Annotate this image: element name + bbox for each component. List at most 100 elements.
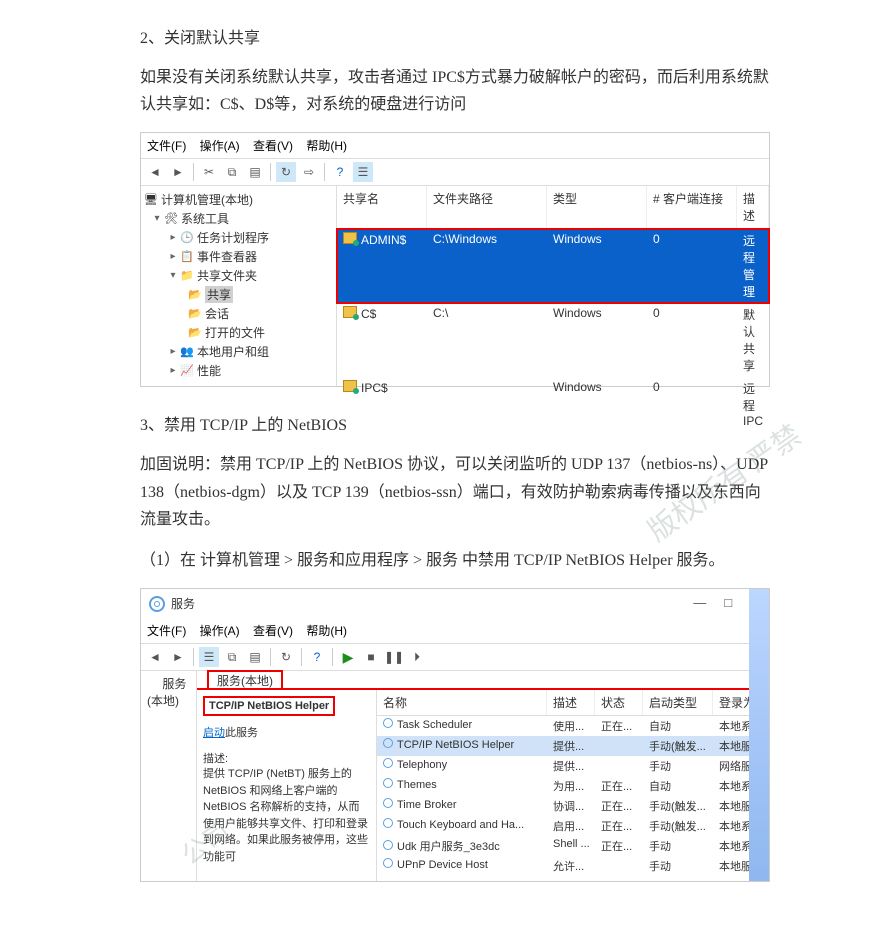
share-icon: 📂 bbox=[187, 288, 203, 302]
list-icon[interactable]: ☰ bbox=[353, 162, 373, 182]
openfile-icon: 📂 bbox=[187, 326, 203, 340]
col-desc[interactable]: 描述 bbox=[547, 690, 595, 715]
share-row-c[interactable]: C$ C:\ Windows 0 默认共享 bbox=[337, 303, 769, 377]
win-edge bbox=[749, 589, 769, 881]
section2-heading: 2、关闭默认共享 bbox=[140, 24, 770, 48]
filter-icon[interactable]: ⧉ bbox=[222, 647, 242, 667]
share-row-admin[interactable]: ADMIN$ C:\Windows Windows 0 远程管理 bbox=[337, 229, 769, 303]
tree-openfiles[interactable]: 📂 打开的文件 bbox=[143, 323, 334, 342]
export-icon[interactable]: ⇨ bbox=[299, 162, 319, 182]
expand-icon[interactable]: ▸ bbox=[167, 232, 179, 243]
minimize-icon[interactable]: — bbox=[693, 595, 706, 611]
col-path[interactable]: 文件夹路径 bbox=[427, 186, 547, 228]
collapse-icon[interactable]: ▾ bbox=[167, 270, 179, 281]
gear-icon bbox=[383, 718, 393, 728]
svc-row[interactable]: UPnP Device Host允许...手动本地服务 bbox=[377, 856, 769, 876]
svc-tree-item[interactable]: 服务(本地) bbox=[147, 675, 190, 709]
svc-detail-pane: TCP/IP NetBIOS Helper 启动此服务 描述: 提供 TCP/I… bbox=[197, 690, 377, 881]
section3-para2: （1）在 计算机管理 > 服务和应用程序 > 服务 中禁用 TCP/IP Net… bbox=[140, 547, 770, 574]
expand-icon[interactable]: ▸ bbox=[167, 365, 179, 376]
props-icon[interactable]: ▤ bbox=[245, 162, 265, 182]
shares-header: 共享名 文件夹路径 类型 # 客户端连接 描述 bbox=[337, 186, 769, 229]
menu-action[interactable]: 操作(A) bbox=[200, 624, 240, 638]
restart-icon[interactable]: ⏵ bbox=[407, 647, 427, 667]
svc-start-link[interactable]: 启动 bbox=[203, 727, 225, 739]
section3-heading: 3、禁用 TCP/IP 上的 NetBIOS bbox=[140, 411, 770, 435]
clock-icon: 🕒 bbox=[179, 231, 195, 245]
services-screenshot: 服务 — □ ✕ 文件(F) 操作(A) 查看(V) 帮助(H) ◄ ► ☰ ⧉… bbox=[140, 588, 770, 882]
share-icon bbox=[343, 232, 357, 244]
tree-eventvwr[interactable]: ▸ 📋 事件查看器 bbox=[143, 247, 334, 266]
menu-help[interactable]: 帮助(H) bbox=[306, 624, 347, 638]
tree-shared[interactable]: ▾ 📁 共享文件夹 bbox=[143, 266, 334, 285]
copy-icon[interactable]: ⧉ bbox=[222, 162, 242, 182]
stop-icon[interactable]: ■ bbox=[361, 647, 381, 667]
help-icon[interactable]: ? bbox=[330, 162, 350, 182]
gear-icon bbox=[383, 818, 393, 828]
shares-list: 共享名 文件夹路径 类型 # 客户端连接 描述 ADMIN$ C:\Window… bbox=[337, 186, 769, 386]
col-conn[interactable]: # 客户端连接 bbox=[647, 186, 737, 228]
refresh-icon[interactable]: ↻ bbox=[276, 162, 296, 182]
svc-tab-local[interactable]: 服务(本地) bbox=[207, 670, 283, 689]
menu-file[interactable]: 文件(F) bbox=[147, 624, 186, 638]
svc-row[interactable]: Themes为用...正在...自动本地系统 bbox=[377, 776, 769, 796]
session-icon: 📂 bbox=[187, 307, 203, 321]
folder-icon: 📁 bbox=[179, 269, 195, 283]
collapse-icon[interactable]: ▾ bbox=[151, 213, 163, 224]
svc-row[interactable]: Time Broker协调...正在...手动(触发...本地服务 bbox=[377, 796, 769, 816]
svc-desc-text: 提供 TCP/IP (NetBT) 服务上的 NetBIOS 和网络上客户端的 … bbox=[203, 766, 370, 865]
list-icon[interactable]: ☰ bbox=[199, 647, 219, 667]
svc-row[interactable]: Telephony提供...手动网络服务 bbox=[377, 756, 769, 776]
tree-localusers[interactable]: ▸ 👥 本地用户和组 bbox=[143, 342, 334, 361]
props-icon[interactable]: ▤ bbox=[245, 647, 265, 667]
menu-help[interactable]: 帮助(H) bbox=[306, 139, 347, 153]
menu-view[interactable]: 查看(V) bbox=[253, 624, 293, 638]
expand-icon[interactable]: ▸ bbox=[167, 251, 179, 262]
section3-para1: 加固说明：禁用 TCP/IP 上的 NetBIOS 协议，可以关闭监听的 UDP… bbox=[140, 451, 770, 533]
menu-file[interactable]: 文件(F) bbox=[147, 139, 186, 153]
menu-action[interactable]: 操作(A) bbox=[200, 139, 240, 153]
users-icon: 👥 bbox=[179, 345, 195, 359]
forward-icon[interactable]: ► bbox=[168, 162, 188, 182]
help-icon[interactable]: ? bbox=[307, 647, 327, 667]
tree-tasksched[interactable]: ▸ 🕒 任务计划程序 bbox=[143, 228, 334, 247]
col-desc[interactable]: 描述 bbox=[737, 186, 769, 228]
gear-icon bbox=[147, 679, 159, 691]
svc-row[interactable]: Udk 用户服务_3e3dcShell ...正在...手动本地系统 bbox=[377, 836, 769, 856]
expand-icon[interactable]: ▸ bbox=[167, 346, 179, 357]
gear-icon bbox=[149, 596, 165, 612]
pause-icon[interactable]: ❚❚ bbox=[384, 647, 404, 667]
svc-desc-label: 描述: bbox=[203, 750, 370, 766]
svc-row[interactable]: Task Scheduler使用...正在...自动本地系统 bbox=[377, 716, 769, 736]
svc-row[interactable]: Touch Keyboard and Ha...启用...正在...手动(触发.… bbox=[377, 816, 769, 836]
tree-perf[interactable]: ▸ 📈 性能 bbox=[143, 361, 334, 380]
col-start[interactable]: 启动类型 bbox=[643, 690, 713, 715]
svc-selected-name: TCP/IP NetBIOS Helper bbox=[203, 696, 335, 716]
start-icon[interactable]: ▶ bbox=[338, 647, 358, 667]
cm-menubar: 文件(F) 操作(A) 查看(V) 帮助(H) bbox=[141, 133, 769, 158]
col-type[interactable]: 类型 bbox=[547, 186, 647, 228]
gear-icon bbox=[383, 798, 393, 808]
col-name[interactable]: 名称 bbox=[377, 690, 547, 715]
tree-systools[interactable]: ▾ 🛠 系统工具 bbox=[143, 209, 334, 228]
back-icon[interactable]: ◄ bbox=[145, 162, 165, 182]
cm-tree: 🖥 计算机管理(本地) ▾ 🛠 系统工具 ▸ 🕒 任务计划程序 ▸ 📋 事件查看… bbox=[141, 186, 337, 386]
forward-icon[interactable]: ► bbox=[168, 647, 188, 667]
wrench-icon: 🛠 bbox=[163, 212, 179, 226]
event-icon: 📋 bbox=[179, 250, 195, 264]
tree-root[interactable]: 🖥 计算机管理(本地) bbox=[143, 190, 334, 209]
computer-icon: 🖥 bbox=[143, 193, 159, 207]
refresh-icon[interactable]: ↻ bbox=[276, 647, 296, 667]
gear-icon bbox=[383, 858, 393, 868]
computer-management-screenshot: 文件(F) 操作(A) 查看(V) 帮助(H) ◄ ► ✂ ⧉ ▤ ↻ ⇨ ? … bbox=[140, 132, 770, 387]
back-icon[interactable]: ◄ bbox=[145, 647, 165, 667]
gear-icon bbox=[383, 778, 393, 788]
maximize-icon[interactable]: □ bbox=[724, 595, 732, 611]
cut-icon[interactable]: ✂ bbox=[199, 162, 219, 182]
tree-shares[interactable]: 📂 共享 bbox=[143, 285, 334, 304]
col-state[interactable]: 状态 bbox=[595, 690, 643, 715]
col-sharename[interactable]: 共享名 bbox=[337, 186, 427, 228]
menu-view[interactable]: 查看(V) bbox=[253, 139, 293, 153]
svc-row[interactable]: TCP/IP NetBIOS Helper提供...手动(触发...本地服务 bbox=[377, 736, 769, 756]
tree-sessions[interactable]: 📂 会话 bbox=[143, 304, 334, 323]
